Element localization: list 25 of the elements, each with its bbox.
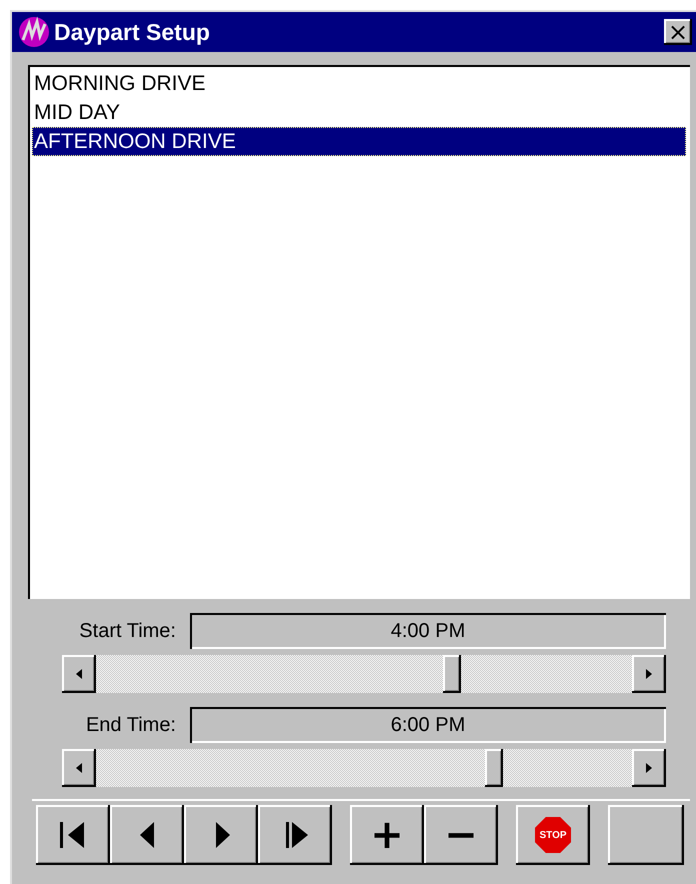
time-label: Start Time: <box>78 620 176 642</box>
stop-button[interactable]: STOP <box>516 805 590 865</box>
slider-thumb[interactable] <box>443 655 462 693</box>
prev-button[interactable] <box>110 805 184 865</box>
toolbar-button[interactable]: − <box>424 805 498 865</box>
time-readout: 6:00 PM <box>190 707 666 743</box>
stop-sign-icon: STOP <box>535 817 571 853</box>
next-button[interactable] <box>184 805 258 865</box>
scroll-left-button[interactable] <box>62 655 96 693</box>
list-item[interactable]: MORNING DRIVE <box>32 69 686 98</box>
blank-button[interactable] <box>608 805 684 865</box>
slider-thumb[interactable] <box>484 749 502 787</box>
close-button[interactable]: × <box>664 19 692 45</box>
list-item[interactable]: MID DAY <box>32 98 686 127</box>
scroll-right-button[interactable] <box>632 749 666 787</box>
last-button[interactable] <box>258 805 332 865</box>
scroll-left-button[interactable] <box>62 749 96 787</box>
first-button[interactable] <box>36 805 110 865</box>
scroll-right-button[interactable] <box>632 655 666 693</box>
time-label: End Time: <box>84 714 176 736</box>
time-readout: 4:00 PM <box>190 613 666 649</box>
app-logo-icon <box>18 16 50 48</box>
list-item[interactable]: AFTERNOON DRIVE <box>32 127 686 156</box>
window-title: Daypart Setup <box>54 18 211 46</box>
toolbar-button[interactable]: + <box>350 805 424 865</box>
